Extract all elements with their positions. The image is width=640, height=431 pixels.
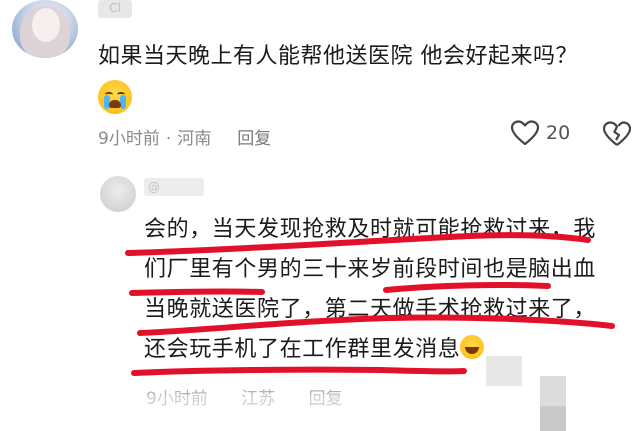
reply-text-line: 们厂里有个男的三十来岁前段时间也是脑出血 [144, 257, 597, 282]
reply-text: 会的，当天发现抢救及时就可能抢救过来，我 们厂里有个男的三十来岁前段时间也是脑出… [144, 210, 632, 370]
blur-overlay [140, 395, 400, 431]
reply-text-line-last: 还会玩手机了在工作群里发消息 [144, 330, 632, 370]
comment-text: 如果当天晚上有人能帮他送医院 他会好起来吗？ [98, 44, 578, 69]
loudly-crying-emoji-icon [98, 80, 132, 114]
reply-button[interactable]: 回复 [237, 129, 271, 149]
reply-avatar[interactable] [100, 176, 136, 212]
broken-heart-icon [602, 121, 632, 146]
red-underline-4 [131, 366, 467, 376]
comment-meta: 9小时前 · 河南 回复 [98, 124, 271, 149]
reply-text-line: 会的，当天发现抢救及时就可能抢救过来，我 [144, 217, 597, 242]
meta-separator: · [165, 129, 172, 149]
comment-location: 河南 [177, 129, 212, 149]
like-count: 20 [546, 122, 571, 144]
reply-text-line: 当晚就送医院了，第二天做手术抢救过来了， [144, 297, 597, 322]
reply-text-line: 还会玩手机了在工作群里发消息 [144, 337, 461, 362]
blurred-region [540, 376, 566, 406]
laughing-emoji-icon [460, 335, 485, 359]
reply-username[interactable]: @ [144, 178, 204, 196]
commenter-name[interactable]: Cl [98, 0, 132, 18]
heart-icon [510, 120, 540, 146]
blurred-region [486, 356, 522, 386]
dislike-button[interactable] [602, 121, 632, 151]
comment-time: 9小时前 [98, 129, 160, 149]
blurred-region [540, 406, 566, 431]
avatar-face [32, 8, 60, 42]
like-button[interactable]: 20 [510, 120, 570, 146]
commenter-avatar[interactable] [12, 0, 78, 58]
